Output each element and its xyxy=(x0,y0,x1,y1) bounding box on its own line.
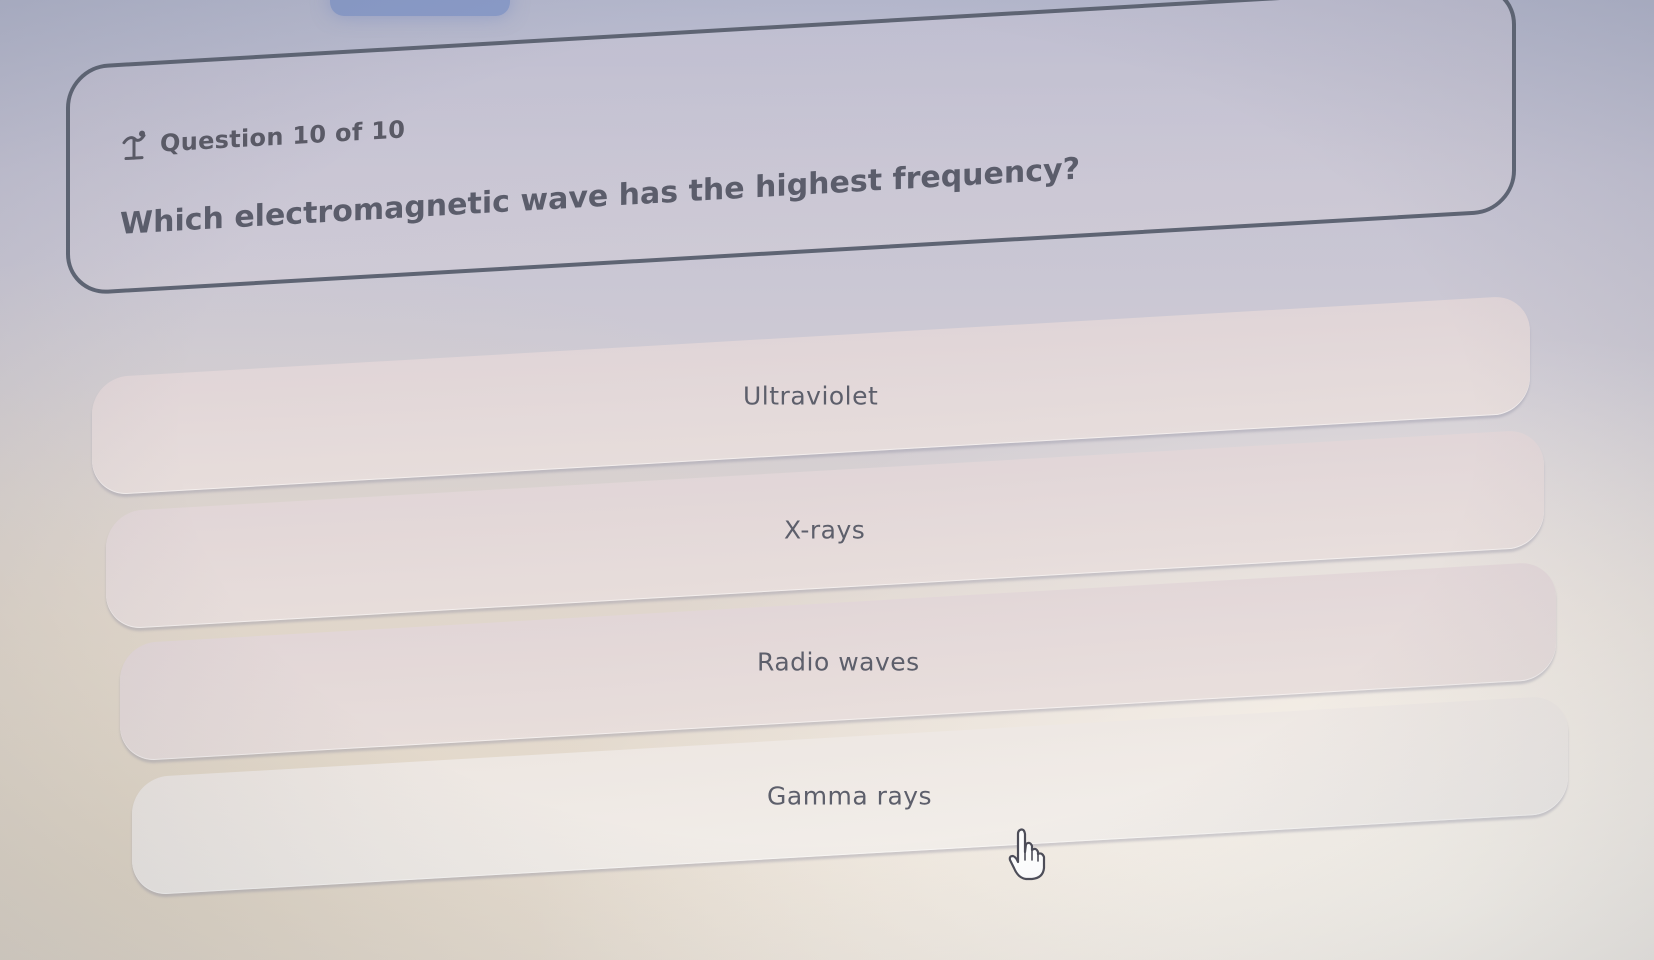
answer-option-label: Gamma rays xyxy=(767,781,933,811)
answer-option-label: X-rays xyxy=(784,515,866,545)
answer-option-label: Radio waves xyxy=(756,647,920,677)
answer-option-label: Ultraviolet xyxy=(743,381,879,411)
hand-pointer-icon xyxy=(1008,828,1046,881)
answer-options: Ultraviolet X-rays Radio waves Gamma ray… xyxy=(0,0,1654,960)
